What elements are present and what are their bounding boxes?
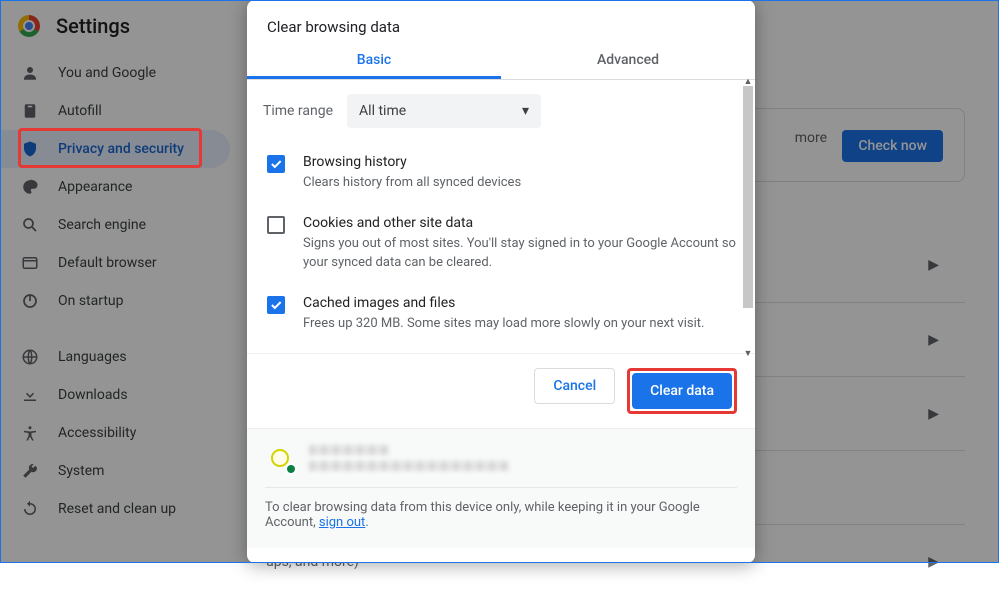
option-desc: Signs you out of most sites. You'll stay…	[303, 235, 739, 273]
option-browsing-history[interactable]: Browsing history Clears history from all…	[263, 146, 739, 207]
cancel-button[interactable]: Cancel	[534, 368, 615, 404]
time-range-value: All time	[359, 103, 406, 119]
time-range-select[interactable]: All time ▾	[347, 94, 541, 128]
dialog-actions: Cancel Clear data	[247, 353, 755, 428]
clear-data-button[interactable]: Clear data	[632, 373, 732, 409]
profile-avatar-icon	[265, 443, 295, 473]
option-cache[interactable]: Cached images and files Frees up 320 MB.…	[263, 287, 739, 348]
dialog-body: Time range All time ▾ Browsing history C…	[247, 80, 755, 353]
tab-basic[interactable]: Basic	[247, 40, 501, 79]
chevron-down-icon: ▾	[522, 103, 529, 119]
checkbox-browsing-history[interactable]	[267, 155, 285, 173]
checkbox-cookies[interactable]	[267, 216, 285, 234]
profile-row	[265, 443, 737, 473]
option-title: Cached images and files	[303, 295, 704, 311]
annotation-highlight	[18, 128, 202, 168]
option-desc: Clears history from all synced devices	[303, 174, 521, 193]
checkbox-cache[interactable]	[267, 296, 285, 314]
sync-badge-icon	[285, 463, 297, 475]
scroll-down-icon[interactable]: ▼	[743, 348, 753, 358]
dialog-footer: To clear browsing data from this device …	[247, 428, 755, 548]
sign-out-link[interactable]: sign out	[319, 515, 365, 530]
scroll-up-icon[interactable]: ▲	[743, 76, 753, 86]
footer-text: To clear browsing data from this device …	[265, 487, 737, 530]
redacted-profile-info	[309, 445, 509, 471]
scroll-thumb[interactable]	[743, 86, 753, 308]
option-desc: Frees up 320 MB. Some sites may load mor…	[303, 315, 704, 334]
tab-advanced[interactable]: Advanced	[501, 40, 755, 79]
option-title: Cookies and other site data	[303, 215, 739, 231]
dialog-tabs: Basic Advanced	[247, 40, 755, 80]
annotation-highlight: Clear data	[627, 368, 737, 414]
dialog-scrollbar[interactable]: ▲ ▼	[741, 86, 755, 346]
footer-text-after: .	[365, 515, 368, 530]
dialog-title: Clear browsing data	[247, 0, 755, 40]
time-range-label: Time range	[263, 103, 333, 119]
option-title: Browsing history	[303, 154, 521, 170]
clear-browsing-data-dialog: Clear browsing data Basic Advanced Time …	[247, 0, 755, 563]
scroll-track[interactable]	[741, 86, 755, 346]
option-cookies[interactable]: Cookies and other site data Signs you ou…	[263, 207, 739, 287]
